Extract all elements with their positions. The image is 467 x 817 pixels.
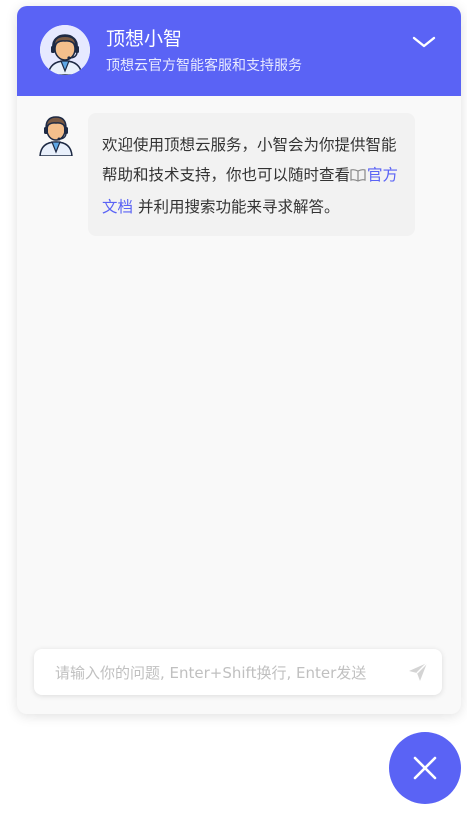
- chevron-down-icon[interactable]: [411, 32, 437, 52]
- header-title: 顶想小智: [106, 28, 183, 50]
- question-input-bar: [34, 649, 442, 695]
- message-list: 欢迎使用顶想云服务，小智会为你提供智能帮助和技术支持，你也可以随时查看 官方文档 …: [17, 96, 461, 644]
- chat-window: 顶想小智 顶想云官方智能客服和支持服务 欢迎使用顶想云服务，小智会为你提供智能帮…: [17, 6, 461, 714]
- agent-avatar-icon: [40, 25, 90, 75]
- bot-avatar-icon: [36, 112, 76, 157]
- book-icon: [350, 162, 366, 192]
- welcome-message-bubble: 欢迎使用顶想云服务，小智会为你提供智能帮助和技术支持，你也可以随时查看 官方文档 …: [88, 113, 415, 236]
- message-text-tail: 并利用搜索功能来寻求解答。: [133, 198, 340, 216]
- close-icon: [413, 756, 437, 780]
- close-chat-button[interactable]: [389, 732, 461, 804]
- chat-header: 顶想小智 顶想云官方智能客服和支持服务: [17, 6, 461, 96]
- paper-plane-icon[interactable]: [407, 661, 429, 683]
- header-subtitle: 顶想云官方智能客服和支持服务: [106, 58, 302, 74]
- question-input[interactable]: [53, 661, 397, 685]
